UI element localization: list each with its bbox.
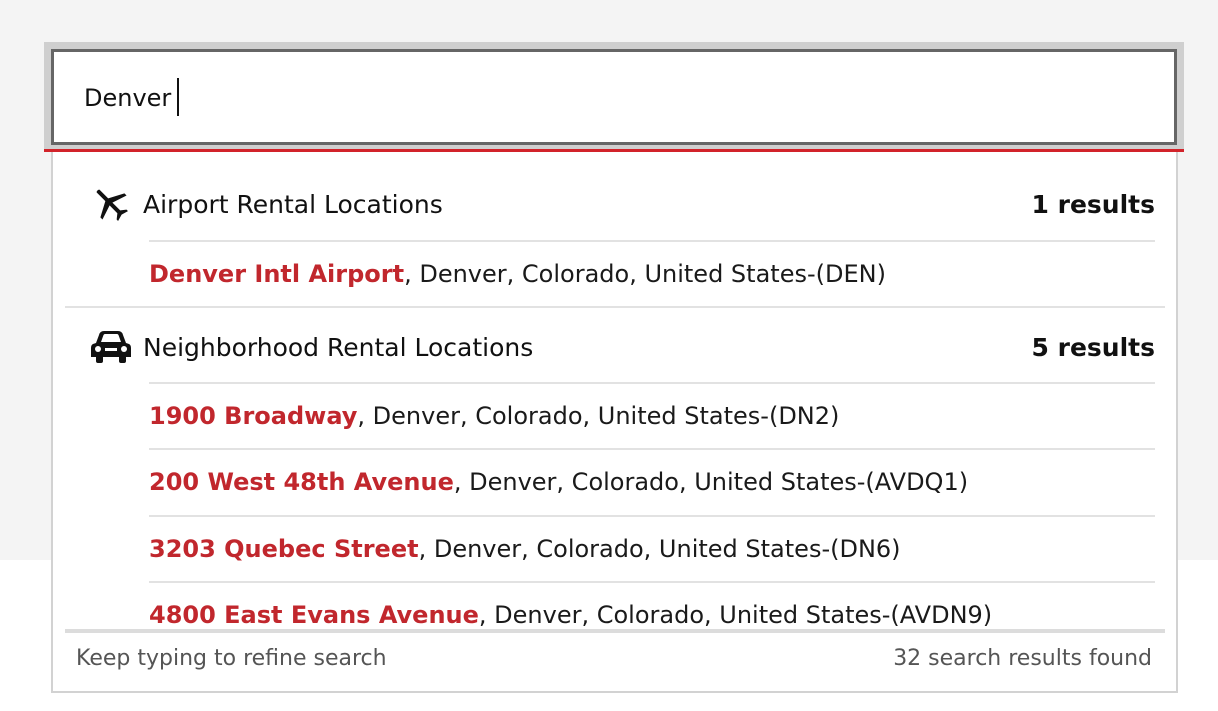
search-field-frame [44, 42, 1184, 152]
refine-search-hint: Keep typing to refine search [76, 646, 387, 671]
car-icon [89, 325, 133, 369]
group-header-neighborhood: Neighborhood Rental Locations 5 results [89, 322, 1155, 372]
location-detail: , Denver, Colorado, United States-(DN2) [357, 402, 840, 430]
location-name: 3203 Quebec Street [149, 535, 419, 563]
location-detail: , Denver, Colorado, United States-(DEN) [404, 260, 886, 288]
location-name: 4800 East Evans Avenue [149, 601, 479, 629]
search-results-dropdown: Airport Rental Locations 1 results Denve… [51, 152, 1178, 693]
location-detail: , Denver, Colorado, United States-(DN6) [418, 535, 901, 563]
airplane-icon [89, 182, 133, 226]
footer-divider [65, 629, 1165, 633]
group-header-airport: Airport Rental Locations 1 results [89, 179, 1155, 229]
result-item-neighborhood-1[interactable]: 200 West 48th Avenue, Denver, Colorado, … [149, 448, 1155, 514]
total-results-count: 32 search results found [893, 646, 1152, 671]
result-item-neighborhood-2[interactable]: 3203 Quebec Street, Denver, Colorado, Un… [149, 515, 1155, 581]
result-item-neighborhood-3[interactable]: 4800 East Evans Avenue, Denver, Colorado… [149, 581, 1155, 629]
group-count-neighborhood: 5 results [1031, 332, 1155, 362]
location-name: Denver Intl Airport [149, 260, 405, 288]
location-name: 200 West 48th Avenue [149, 468, 454, 496]
text-caret [177, 78, 179, 116]
location-detail: , Denver, Colorado, United States-(AVDQ1… [453, 468, 969, 496]
location-name: 1900 Broadway [149, 402, 358, 430]
location-search-input[interactable] [84, 80, 1084, 116]
results-list[interactable]: Airport Rental Locations 1 results Denve… [53, 152, 1180, 629]
location-detail: , Denver, Colorado, United States-(AVDN9… [478, 601, 993, 629]
group-divider [65, 306, 1165, 308]
result-item-neighborhood-0[interactable]: 1900 Broadway, Denver, Colorado, United … [149, 382, 1155, 448]
result-item-airport-0[interactable]: Denver Intl Airport, Denver, Colorado, U… [149, 240, 1155, 306]
search-field-box[interactable] [51, 49, 1177, 145]
group-count-airport: 1 results [1031, 189, 1155, 219]
group-title-neighborhood: Neighborhood Rental Locations [143, 332, 534, 362]
group-title-airport: Airport Rental Locations [143, 189, 443, 219]
